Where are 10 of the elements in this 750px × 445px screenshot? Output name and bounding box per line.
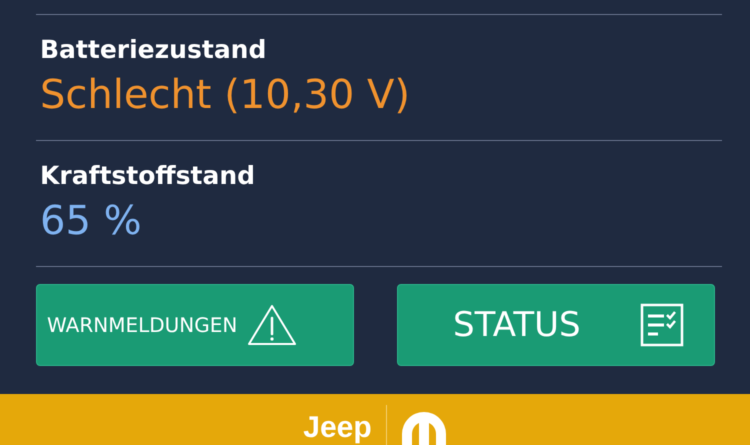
reading-label: Kraftstoffstand: [40, 161, 256, 191]
warnings-button[interactable]: WARNMELDUNGEN: [36, 284, 354, 366]
reading-value: Schlecht (10,30 V): [40, 71, 411, 120]
checklist-icon: [640, 303, 684, 347]
reading-label: Batteriezustand: [40, 35, 268, 65]
brand-logo: Jeep: [303, 413, 372, 443]
logo-icon: [400, 411, 447, 445]
reading-value: 65 %: [40, 197, 143, 246]
status-button[interactable]: STATUS: [397, 284, 715, 366]
warning-icon: [247, 304, 298, 346]
